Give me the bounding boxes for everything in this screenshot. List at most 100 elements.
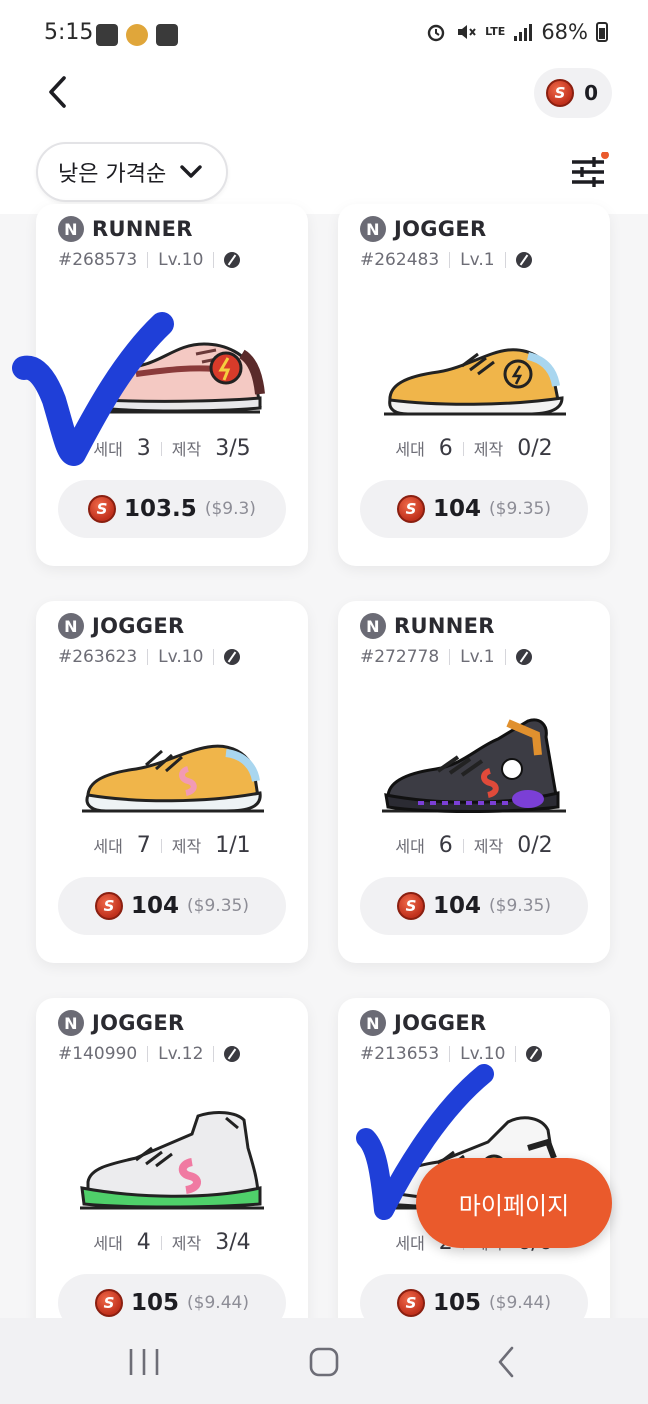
sneaker-image [80,1111,264,1210]
divider [213,252,215,268]
craft-value: 0/2 [517,833,553,858]
status-time: 5:15 [44,20,94,45]
chevron-down-icon [180,165,202,178]
divider [449,1046,451,1062]
divider [160,838,162,853]
sneaker-level: Lv.12 [158,1044,204,1064]
sneaker-meta: #263623 Lv.10 [58,647,241,667]
notification-keyboard-icon [156,24,178,46]
sneaker-level: Lv.10 [158,647,204,667]
price-usd: ($9.44) [187,1293,249,1313]
normal-quality-icon: N [360,1010,386,1036]
sneaker-stats: 세대 7 제작 1/1 [36,833,308,858]
craft-value: 3/4 [215,1230,251,1255]
sneaker-card[interactable]: N JOGGER #263623 Lv.10 세대 7 제작 1/1 S 104… [36,601,308,963]
sneaker-image [82,744,264,813]
price-button[interactable]: S 104 ($9.35) [360,480,588,538]
generation-value: 3 [136,436,151,461]
back-arrow-icon[interactable] [42,74,78,110]
divider [213,649,215,665]
divider [160,441,162,456]
craft-value: 0/2 [517,436,553,461]
sneaker-card[interactable]: N RUNNER #268573 Lv.10 세대 3 제작 3/5 S 103… [36,204,308,566]
sneaker-image [384,348,566,416]
sneaker-id: #213653 [360,1044,440,1064]
price-button[interactable]: S 104 ($9.35) [58,877,286,935]
recent-apps-icon[interactable] [124,1346,164,1378]
sneaker-type-label: RUNNER [394,614,495,638]
craft-value: 1/1 [215,833,251,858]
my-page-button[interactable]: 마이페이지 [416,1158,612,1248]
sneaker-level: Lv.1 [460,647,495,667]
chain-icon [224,1046,241,1062]
normal-quality-icon: N [58,216,84,242]
craft-label: 제작 [473,440,504,459]
price-value: 104 [433,893,482,919]
top-bar: S 0 낮은 가격순 [0,66,648,214]
sneaker-id: #262483 [360,250,440,270]
sneaker-type: N RUNNER [58,216,193,242]
price-value: 104 [433,496,482,522]
chain-icon [224,649,241,665]
divider [504,649,506,665]
sneaker-image [86,342,265,414]
generation-label: 세대 [93,837,123,856]
price-button[interactable]: S 104 ($9.35) [360,877,588,935]
sort-label: 낮은 가격순 [58,162,167,187]
sneaker-id: #263623 [58,647,138,667]
coin-balance-value: 0 [584,81,598,105]
normal-quality-icon: N [58,613,84,639]
divider [504,252,506,268]
sneaker-stats: 세대 6 제작 0/2 [338,833,610,858]
generation-label: 세대 [93,1234,123,1253]
generation-label: 세대 [395,837,425,856]
sneaker-type-label: JOGGER [394,1011,487,1035]
generation-label: 세대 [93,440,123,459]
sneaker-stats: 세대 6 제작 0/2 [338,436,610,461]
chain-icon [526,1046,543,1062]
generation-value: 4 [136,1230,151,1255]
divider [462,441,464,456]
divider [449,649,451,665]
sneaker-id: #272778 [360,647,440,667]
s-coin-icon: S [546,79,575,107]
price-button[interactable]: S 103.5 ($9.3) [58,480,286,538]
sneaker-type-label: JOGGER [92,1011,185,1035]
notification-app-icon [126,24,148,46]
signal-icon [514,24,533,41]
sneaker-stats: 세대 3 제작 3/5 [36,436,308,461]
craft-label: 제작 [473,837,504,856]
notification-app-icon [96,24,118,46]
sneaker-card[interactable]: N JOGGER #262483 Lv.1 세대 6 제작 0/2 S 104 … [338,204,610,566]
craft-value: 3/5 [215,436,251,461]
sneaker-card[interactable]: N JOGGER #140990 Lv.12 세대 4 제작 3/4 S 105… [36,998,308,1360]
chain-icon [224,252,241,268]
normal-quality-icon: N [58,1010,84,1036]
generation-label: 세대 [395,1234,425,1253]
status-notification-icons [96,24,178,46]
divider [147,649,149,665]
sneaker-level: Lv.10 [158,250,204,270]
back-nav-icon[interactable] [486,1346,526,1378]
battery-percent: 68% [541,20,588,44]
sort-dropdown[interactable]: 낮은 가격순 [36,142,228,202]
network-type: LTE [485,25,506,38]
alarm-icon [427,24,445,42]
screen: 5:15 LTE 68% S 0 낮은 가격순 N RUNNER #268573… [0,0,648,1404]
sneaker-image [382,718,566,813]
price-usd: ($9.35) [187,896,249,916]
filter-icon[interactable] [570,152,610,192]
craft-label: 제작 [171,1234,202,1253]
generation-value: 6 [438,833,453,858]
generation-label: 세대 [395,440,425,459]
home-icon[interactable] [304,1346,344,1378]
price-usd: ($9.35) [489,896,551,916]
divider [213,1046,215,1062]
price-usd: ($9.35) [489,499,551,519]
divider [147,1046,149,1062]
generation-value: 7 [136,833,151,858]
sneaker-card[interactable]: N RUNNER #272778 Lv.1 세대 6 제작 0/2 S 104 … [338,601,610,963]
sneaker-stats: 세대 4 제작 3/4 [36,1230,308,1255]
coin-balance[interactable]: S 0 [534,68,612,118]
sneaker-meta: #213653 Lv.10 [360,1044,543,1064]
